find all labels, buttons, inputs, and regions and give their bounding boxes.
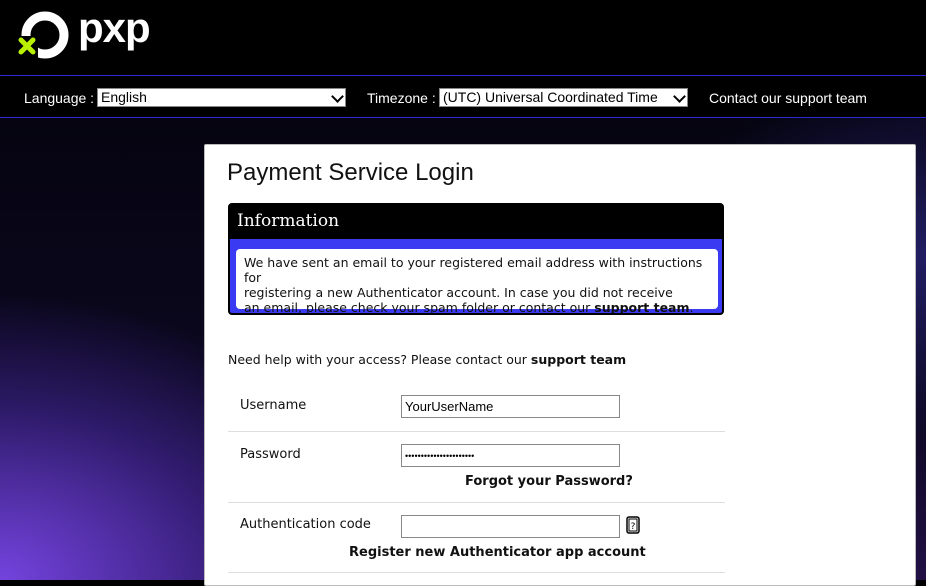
forgot-password-link[interactable]: Forgot your Password? (465, 474, 633, 489)
info-line-3-suffix: . (689, 300, 694, 315)
chevron-down-icon (331, 90, 344, 103)
info-support-link[interactable]: support team (594, 300, 689, 313)
password-input[interactable]: •••••••••••••••••••••• (401, 444, 620, 467)
timezone-select[interactable]: (UTC) Universal Coordinated Time (439, 88, 688, 107)
divider (228, 502, 725, 503)
help-question-icon[interactable]: ? (626, 516, 640, 534)
information-box: Information We have sent an email to you… (228, 203, 724, 315)
info-line-2: registering a new Authenticator account.… (244, 285, 673, 300)
contact-support-link[interactable]: Contact our support team (709, 90, 867, 106)
page-title: Payment Service Login (227, 159, 474, 186)
auth-code-label: Authentication code (240, 517, 371, 532)
help-support-link[interactable]: support team (531, 352, 626, 367)
auth-code-input[interactable] (401, 515, 620, 538)
help-text-prefix: Need help with your access? Please conta… (228, 352, 531, 367)
timezone-select-value: (UTC) Universal Coordinated Time (443, 89, 658, 105)
help-text: Need help with your access? Please conta… (228, 352, 626, 367)
language-select[interactable]: English (97, 88, 346, 107)
chevron-down-icon (673, 90, 686, 103)
password-label: Password (240, 447, 301, 462)
divider (228, 431, 725, 432)
username-input[interactable]: YourUserName (401, 395, 620, 418)
timezone-label: Timezone : (367, 90, 436, 106)
toolbar: Language : English Timezone : (UTC) Univ… (0, 76, 926, 118)
header: pxp (0, 0, 926, 76)
information-message: We have sent an email to your registered… (236, 249, 718, 313)
language-select-value: English (101, 89, 147, 105)
info-line-3-text: an email, please check your spam folder … (244, 300, 595, 315)
information-heading: Information (230, 205, 722, 239)
pxp-logo-icon (16, 11, 69, 60)
logo-text: pxp (78, 4, 151, 51)
login-panel: Payment Service Login Information We hav… (204, 144, 916, 586)
divider (228, 572, 725, 573)
username-label: Username (240, 398, 307, 413)
register-authenticator-link[interactable]: Register new Authenticator app account (349, 545, 646, 560)
info-line-3: an email, please check your spam folder … (244, 300, 710, 315)
info-line-1: We have sent an email to your registered… (244, 255, 703, 285)
svg-text:?: ? (631, 522, 636, 532)
language-label: Language : (24, 90, 95, 106)
